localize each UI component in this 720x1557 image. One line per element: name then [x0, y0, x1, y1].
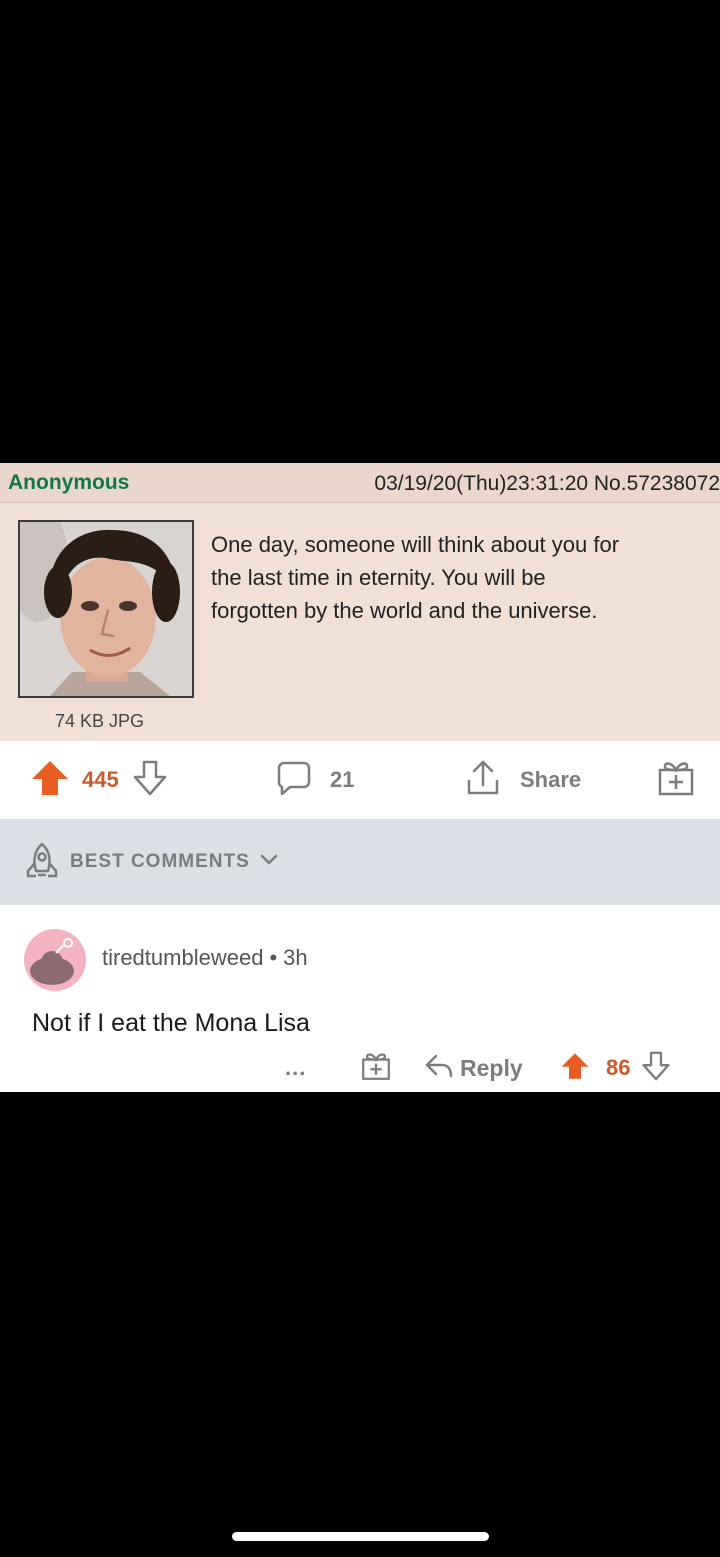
post-text-line: One day, someone will think about you fo… — [211, 532, 620, 557]
poster-name: Anonymous — [8, 471, 130, 494]
comment-vote-count: 86 — [606, 1055, 631, 1080]
screen: Anonymous 03/19/20(Thu)23:31:20 No.57238… — [0, 0, 720, 1557]
comment: tiredtumbleweed • 3h Not if I eat the Mona… — [0, 905, 720, 1092]
chevron-down-icon — [260, 853, 278, 871]
gift-icon — [656, 758, 696, 803]
file-info: 74 KB JPG — [55, 711, 145, 731]
comment-award-button[interactable] — [360, 1045, 392, 1091]
post-meta: 03/19/20(Thu)23:31:20 No.57238072 — [374, 472, 720, 495]
comments-button[interactable]: 21 — [276, 741, 354, 819]
post-card: Anonymous 03/19/20(Thu)23:31:20 No.57238… — [0, 463, 720, 741]
comment-count: 21 — [330, 767, 355, 792]
reply-button[interactable]: Reply — [424, 1045, 523, 1091]
gift-icon — [360, 1050, 392, 1087]
arrow-down-icon[interactable] — [642, 1051, 670, 1086]
avatar[interactable] — [24, 929, 86, 991]
post-action-bar: 445 21 Share — [0, 741, 720, 819]
sort-dropdown[interactable]: BEST COMMENTS — [24, 819, 278, 905]
vote-group: 445 — [30, 741, 167, 819]
arrow-up-icon[interactable] — [30, 758, 70, 803]
post-image[interactable] — [18, 520, 194, 698]
reply-label: Reply — [460, 1054, 523, 1081]
post-text: One day, someone will think about you fo… — [211, 528, 711, 627]
comment-sort-bar: BEST COMMENTS — [0, 819, 720, 905]
comment-meta: tiredtumbleweed • 3h — [102, 945, 308, 971]
post-text-line: the last time in eternity. You will be — [211, 565, 546, 590]
share-icon — [466, 759, 500, 802]
more-options-button[interactable]: ... — [285, 1045, 306, 1091]
comment-action-bar: ... Reply 86 — [0, 1045, 720, 1091]
post-header: Anonymous 03/19/20(Thu)23:31:20 No.57238… — [0, 463, 720, 503]
reply-arrow-icon — [424, 1053, 454, 1084]
speech-bubble-icon — [276, 760, 312, 801]
sort-label: BEST COMMENTS — [70, 851, 250, 872]
comment-username[interactable]: tiredtumbleweed — [102, 945, 263, 970]
comment-age: 3h — [283, 945, 308, 970]
upvote-count: 445 — [82, 767, 119, 792]
share-label: Share — [520, 767, 582, 792]
arrow-up-icon[interactable] — [560, 1051, 590, 1086]
post-text-line: forgotten by the world and the universe. — [211, 598, 598, 623]
rocket-icon — [24, 841, 60, 884]
home-indicator[interactable] — [232, 1532, 489, 1541]
comment-vote-group: 86 — [560, 1045, 670, 1091]
comment-body: Not if I eat the Mona Lisa — [32, 1009, 310, 1037]
more-icon: ... — [285, 1055, 307, 1080]
share-button[interactable]: Share — [466, 741, 581, 819]
arrow-down-icon[interactable] — [133, 760, 167, 801]
award-button[interactable] — [656, 741, 696, 819]
meta-separator: • — [269, 945, 278, 970]
